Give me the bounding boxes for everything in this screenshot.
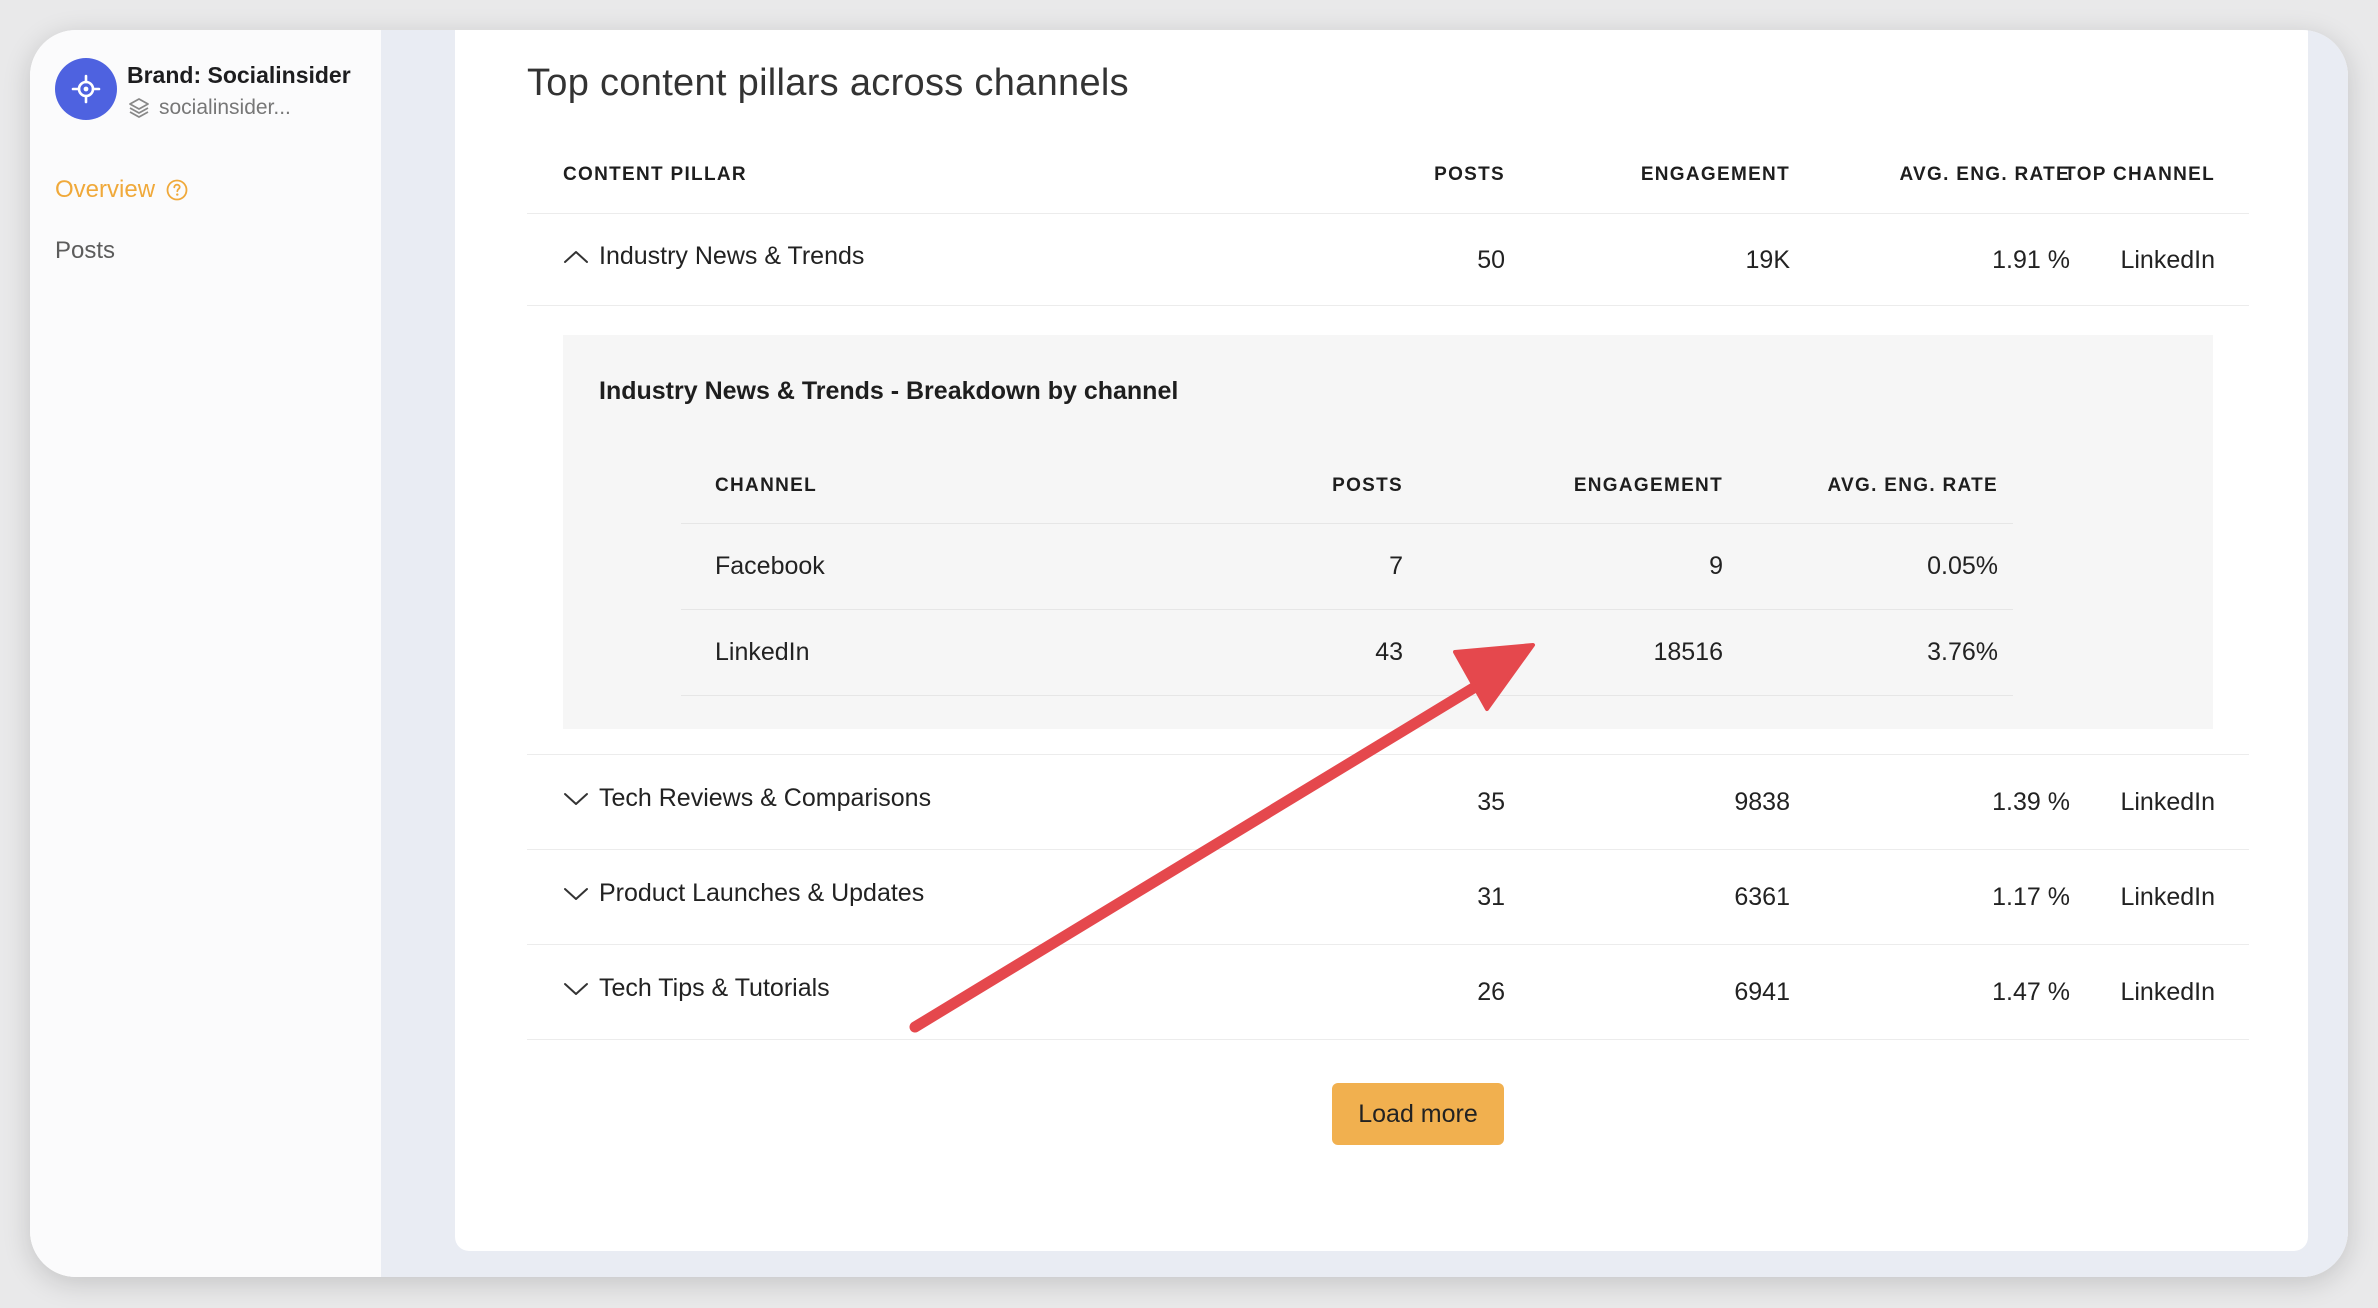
pillar-row-toggle[interactable]: Tech Tips & Tutorials: [563, 974, 830, 1003]
load-more-button[interactable]: Load more: [1332, 1083, 1504, 1145]
breakdown-avg-eng-rate: 3.76%: [1927, 638, 1998, 666]
breakdown-header-channel: CHANNEL: [715, 475, 817, 496]
sidebar: Brand: Socialinsider socialinsider... Ov…: [30, 30, 381, 1277]
pillar-engagement: 9838: [1734, 788, 1790, 816]
page-title: Top content pillars across channels: [527, 62, 1129, 104]
breakdown-header-engagement: ENGAGEMENT: [1573, 475, 1723, 496]
brand-account[interactable]: socialinsider...: [127, 96, 291, 120]
chevron-down-icon: [564, 982, 588, 995]
pillar-name: Tech Reviews & Comparisons: [599, 784, 932, 812]
row-divider: [527, 305, 2249, 306]
breakdown-header-posts: POSTS: [1332, 475, 1403, 496]
header-top-channel[interactable]: TOP CHANNEL: [1915, 164, 2215, 186]
breakdown-header-avg-eng-rate: AVG. ENG. RATE: [1827, 475, 1998, 496]
nav-overview-label: Overview: [55, 176, 156, 203]
help-circle-icon[interactable]: [165, 178, 189, 202]
breakdown-channel: LinkedIn: [715, 638, 810, 666]
pillar-row-toggle[interactable]: Product Launches & Updates: [563, 879, 924, 908]
nav-posts[interactable]: Posts: [55, 237, 115, 265]
pillar-name: Tech Tips & Tutorials: [599, 974, 830, 1002]
pillar-engagement: 6941: [1734, 978, 1790, 1006]
header-posts[interactable]: POSTS: [1305, 164, 1505, 186]
header-engagement[interactable]: ENGAGEMENT: [1490, 164, 1790, 186]
pillar-row-toggle[interactable]: Tech Reviews & Comparisons: [563, 784, 931, 813]
pillar-top-channel: LinkedIn: [2120, 883, 2215, 911]
pillar-top-channel: LinkedIn: [2120, 788, 2215, 816]
content-pillars-card: Top content pillars across channels CONT…: [455, 30, 2308, 1251]
app-window: Brand: Socialinsider socialinsider... Ov…: [30, 30, 2348, 1277]
row-divider: [527, 1039, 2249, 1040]
pillar-name: Product Launches & Updates: [599, 879, 925, 907]
row-divider: [527, 944, 2249, 945]
pillar-name: Industry News & Trends: [599, 242, 865, 270]
pillar-row-toggle[interactable]: Industry News & Trends: [563, 242, 864, 271]
crosshair-icon: [71, 74, 101, 104]
breakdown-divider: [681, 609, 2013, 610]
pillar-engagement: 6361: [1734, 883, 1790, 911]
breakdown-posts: 7: [1389, 552, 1403, 580]
breakdown-divider: [681, 695, 2013, 696]
chevron-down-icon: [564, 792, 588, 805]
breakdown-divider: [681, 523, 2013, 524]
pillar-posts: 26: [1477, 978, 1505, 1006]
breakdown-engagement: 9: [1709, 552, 1723, 580]
chevron-up-icon: [564, 250, 588, 263]
brand-logo[interactable]: [55, 58, 117, 120]
brand-account-label: socialinsider...: [159, 96, 291, 119]
brand-name: Brand: Socialinsider: [127, 62, 351, 88]
header-divider: [527, 213, 2249, 214]
pillar-posts: 31: [1477, 883, 1505, 911]
layers-icon: [129, 98, 149, 118]
header-content-pillar[interactable]: CONTENT PILLAR: [563, 164, 747, 186]
breakdown-posts: 43: [1375, 638, 1403, 666]
sidebar-divider: [381, 30, 453, 1277]
chevron-down-icon: [564, 887, 588, 900]
nav-overview[interactable]: Overview: [55, 176, 189, 204]
pillar-top-channel: LinkedIn: [2120, 978, 2215, 1006]
row-divider: [527, 754, 2249, 755]
row-divider: [527, 849, 2249, 850]
pillar-posts: 35: [1477, 788, 1505, 816]
pillar-posts: 50: [1477, 246, 1505, 274]
breakdown-engagement: 18516: [1653, 638, 1723, 666]
channel-breakdown-panel: Industry News & Trends - Breakdown by ch…: [563, 335, 2213, 729]
breakdown-channel: Facebook: [715, 552, 825, 580]
pillar-engagement: 19K: [1745, 246, 1790, 274]
pillar-top-channel: LinkedIn: [2120, 246, 2215, 274]
breakdown-title: Industry News & Trends - Breakdown by ch…: [599, 377, 1179, 405]
breakdown-avg-eng-rate: 0.05%: [1927, 552, 1998, 580]
